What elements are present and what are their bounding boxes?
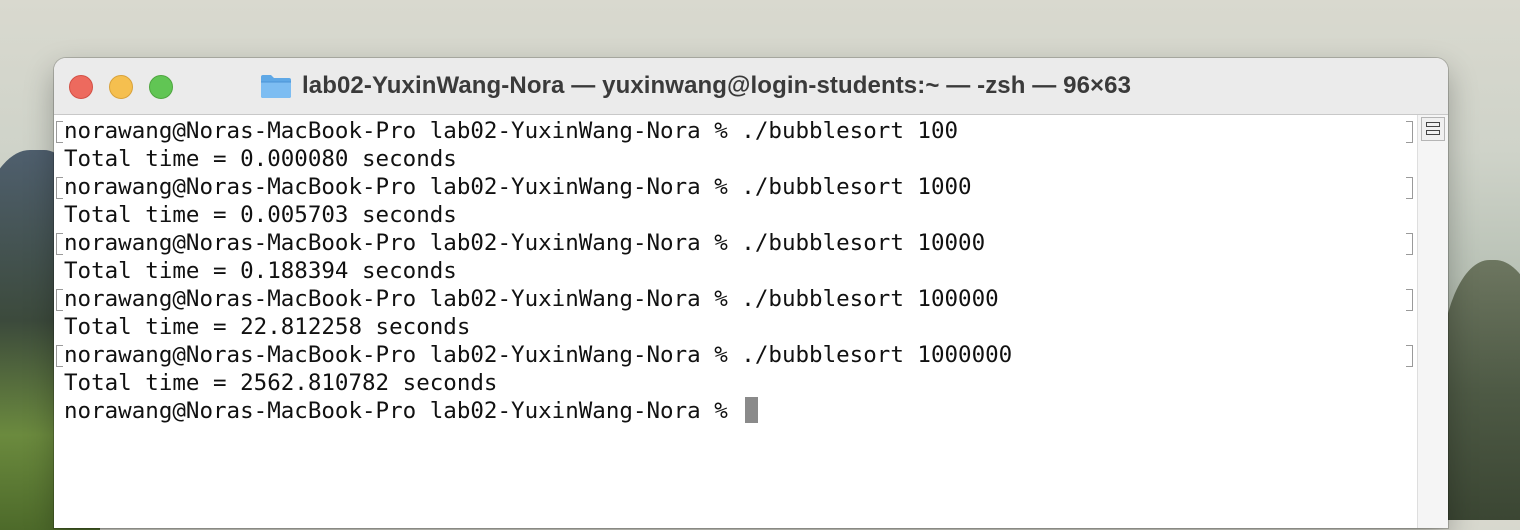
line-mark-left [56, 345, 63, 367]
text-cursor [745, 397, 759, 423]
prompt-line[interactable]: norawang@Noras-MacBook-Pro lab02-YuxinWa… [64, 397, 759, 425]
terminal-window: lab02-YuxinWang-Nora — yuxinwang@login-s… [54, 58, 1448, 528]
split-pane-icon[interactable] [1421, 117, 1445, 141]
line-mark-right [1406, 121, 1413, 143]
output-line: Total time = 22.812258 seconds [64, 314, 471, 340]
command-line: norawang@Noras-MacBook-Pro lab02-YuxinWa… [64, 230, 986, 256]
line-mark-right [1406, 345, 1413, 367]
title-bar[interactable]: lab02-YuxinWang-Nora — yuxinwang@login-s… [54, 58, 1448, 115]
command-line: norawang@Noras-MacBook-Pro lab02-YuxinWa… [64, 342, 1013, 368]
window-title-group: lab02-YuxinWang-Nora — yuxinwang@login-s… [260, 70, 1131, 102]
close-button[interactable] [69, 75, 93, 99]
minimize-button[interactable] [109, 75, 133, 99]
zoom-button[interactable] [149, 75, 173, 99]
desktop-background-right [1440, 260, 1520, 520]
folder-icon [260, 73, 292, 99]
window-title: lab02-YuxinWang-Nora — yuxinwang@login-s… [302, 72, 1132, 99]
line-mark-right [1406, 233, 1413, 255]
scrollbar[interactable] [1417, 115, 1448, 528]
output-line: Total time = 0.000080 seconds [64, 146, 457, 172]
line-mark-left [56, 177, 63, 199]
line-mark-left [56, 233, 63, 255]
command-line: norawang@Noras-MacBook-Pro lab02-YuxinWa… [64, 118, 959, 144]
prompt-text: norawang@Noras-MacBook-Pro lab02-YuxinWa… [64, 398, 742, 424]
terminal-content[interactable]: norawang@Noras-MacBook-Pro lab02-YuxinWa… [54, 115, 1418, 528]
line-mark-right [1406, 289, 1413, 311]
command-line: norawang@Noras-MacBook-Pro lab02-YuxinWa… [64, 286, 999, 312]
line-mark-left [56, 289, 63, 311]
output-line: Total time = 2562.810782 seconds [64, 370, 498, 396]
output-line: Total time = 0.005703 seconds [64, 202, 457, 228]
line-mark-left [56, 121, 63, 143]
command-line: norawang@Noras-MacBook-Pro lab02-YuxinWa… [64, 174, 972, 200]
output-line: Total time = 0.188394 seconds [64, 258, 457, 284]
line-mark-right [1406, 177, 1413, 199]
